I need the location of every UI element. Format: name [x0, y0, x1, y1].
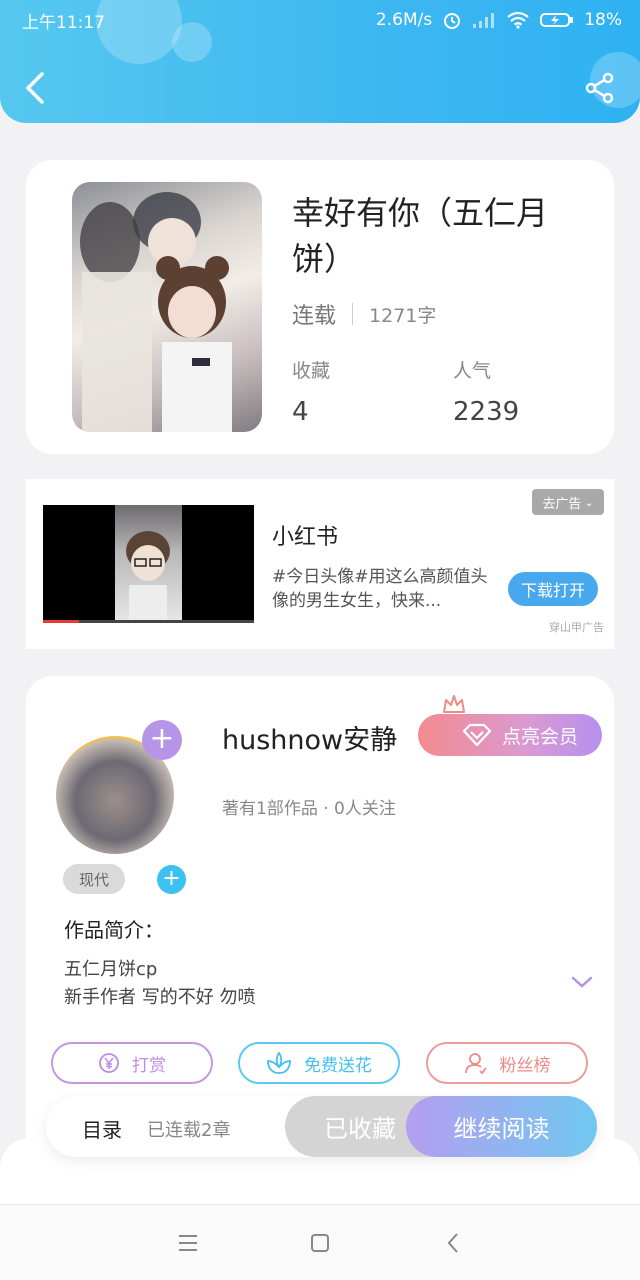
ad-video-frame: [115, 505, 182, 623]
toc-button[interactable]: 目录: [82, 1114, 122, 1143]
battery-icon: [540, 13, 574, 27]
genre-tag[interactable]: 现代: [63, 864, 125, 894]
alarm-icon: [444, 13, 461, 29]
favorites-value: 4: [292, 397, 309, 427]
back-button[interactable]: [22, 70, 50, 106]
divider: [352, 303, 354, 325]
chevron-down-icon[interactable]: [570, 974, 594, 990]
ad-video-thumbnail[interactable]: [43, 505, 254, 623]
ad-source: 穿山甲广告: [549, 621, 604, 634]
diamond-icon: [462, 723, 492, 747]
flower-label: 免费送花: [304, 1055, 372, 1076]
system-nav-bar: [0, 1204, 640, 1280]
ad-progress-fill: [43, 620, 79, 623]
favorites-label: 收藏: [292, 360, 331, 382]
yen-icon: [99, 1053, 119, 1073]
wifi-icon: [507, 11, 529, 29]
send-flower-button[interactable]: 免费送花: [238, 1042, 400, 1084]
fans-label: 粉丝榜: [499, 1055, 551, 1076]
intro-title: 作品简介：: [64, 918, 164, 942]
intro-text: 五仁月饼cp 新手作者 写的不好 勿喷: [64, 956, 255, 1012]
vip-button[interactable]: 点亮会员: [418, 714, 602, 756]
popularity-value: 2239: [453, 397, 520, 427]
user-icon: [464, 1053, 487, 1075]
ad-banner[interactable]: 小红书 #今日头像#用这么高颜值头像的男生女生，快来... 下载打开 去广告 ⌄…: [26, 479, 614, 649]
ad-download-button[interactable]: 下载打开: [508, 572, 598, 606]
battery-percent: 18%: [584, 10, 622, 30]
ad-close-button[interactable]: 去广告 ⌄: [532, 489, 604, 515]
add-tag-button[interactable]: +: [157, 865, 186, 894]
author-name: hushnow安静: [222, 725, 398, 756]
share-button[interactable]: [584, 72, 616, 104]
intro-line: 新手作者 写的不好 勿喷: [64, 987, 256, 1008]
continue-reading-button[interactable]: 继续阅读: [406, 1096, 597, 1157]
ad-close-label: 去广告: [542, 496, 582, 512]
ad-app-name: 小红书: [272, 525, 339, 550]
status-time: 上午11:17: [22, 12, 105, 33]
reading-action-bar: 目录 已连载2章 已收藏 继续阅读: [46, 1096, 597, 1157]
flower-icon: [267, 1051, 291, 1074]
header-bar: 上午11:17 2.6M/s 18%: [0, 0, 640, 123]
status-bar: 上午11:17 2.6M/s 18%: [22, 8, 622, 33]
popularity-label: 人气: [453, 360, 492, 382]
author-meta: 著有1部作品 · 0人关注: [222, 799, 396, 819]
vip-label: 点亮会员: [501, 725, 578, 748]
chevron-down-icon: ⌄: [584, 495, 594, 509]
fans-ranking-button[interactable]: 粉丝榜: [426, 1042, 588, 1084]
chapter-count[interactable]: 已连载2章: [147, 1116, 230, 1142]
intro-line: 五仁月饼cp: [64, 959, 158, 980]
ad-description: #今日头像#用这么高颜值头像的男生女生，快来...: [272, 567, 488, 611]
menu-icon[interactable]: [176, 1231, 200, 1255]
home-icon[interactable]: [308, 1231, 332, 1255]
book-cover-image[interactable]: [72, 182, 262, 432]
popularity-stat: 人气 2239: [453, 356, 519, 427]
tip-label: 打赏: [132, 1055, 166, 1076]
favorites-stat: 收藏 4: [292, 356, 330, 427]
book-status-row: 连载 1271字: [292, 298, 436, 330]
back-nav-icon[interactable]: [442, 1231, 466, 1255]
crown-icon: [443, 695, 465, 713]
signal-icon: [473, 13, 495, 28]
book-info-card: 幸好有你（五仁月饼） 连载 1271字 收藏 4 人气 2239: [26, 160, 614, 454]
book-title: 幸好有你（五仁月饼）: [292, 194, 549, 278]
word-count: 1271字: [369, 304, 437, 327]
status-speed: 2.6M/s: [375, 10, 433, 30]
cover-illustration: [80, 192, 232, 432]
serial-status: 连载: [292, 304, 337, 329]
tip-button[interactable]: 打赏: [51, 1042, 213, 1084]
follow-plus-button[interactable]: +: [142, 720, 182, 760]
